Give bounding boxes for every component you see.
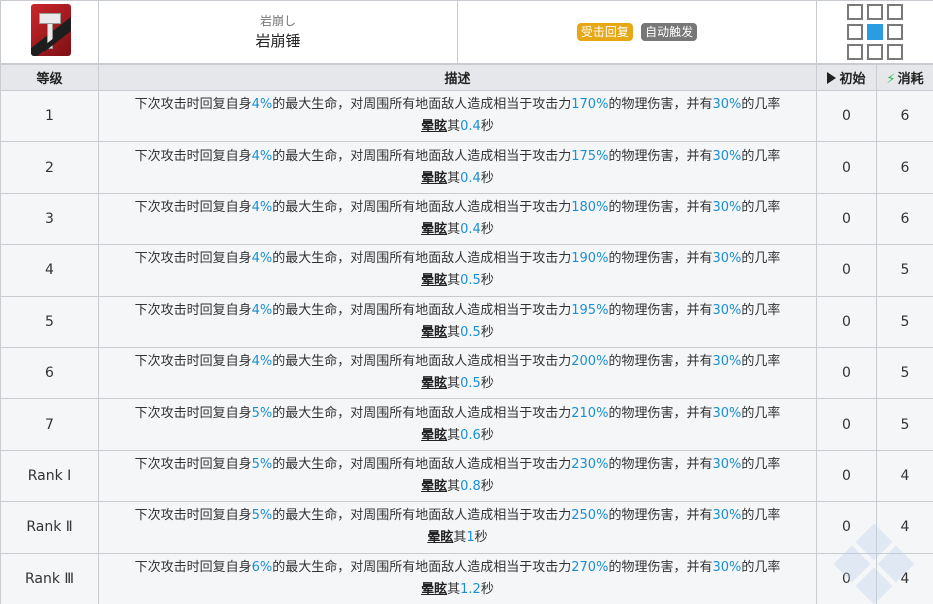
bolt-icon: ⚡ [886,72,895,87]
row-initial: 0 [817,399,877,450]
tag-on-hit-recovery: 受击回复 [577,23,633,41]
row-initial: 0 [817,142,877,193]
skill-table: 岩崩し 岩崩锤 受击回复 自动触发 [0,0,933,64]
table-row: 2下次攻击时回复自身4%的最大生命，对周围所有地面敌人造成相当于攻击力175%的… [1,142,933,193]
row-cost: 6 [877,142,933,193]
row-description: 下次攻击时回复自身4%的最大生命，对周围所有地面敌人造成相当于攻击力195%的物… [99,296,817,347]
level-table: 等级 描述 初始 ⚡消耗 1下次攻击时回复自身4%的最大生命，对周围所有地面敌人… [0,64,933,604]
table-row: Rank Ⅲ下次攻击时回复自身6%的最大生命，对周围所有地面敌人造成相当于攻击力… [1,553,933,604]
row-cost: 5 [877,399,933,450]
row-cost: 5 [877,347,933,398]
skill-icon-cell [1,1,99,64]
row-initial: 0 [817,450,877,501]
row-initial: 0 [817,296,877,347]
row-cost: 6 [877,91,933,142]
row-description: 下次攻击时回复自身4%的最大生命，对周围所有地面敌人造成相当于攻击力170%的物… [99,91,817,142]
row-cost: 5 [877,296,933,347]
stun-term: 晕眩 [421,376,447,391]
table-row: 4下次攻击时回复自身4%的最大生命，对周围所有地面敌人造成相当于攻击力190%的… [1,245,933,296]
row-description: 下次攻击时回复自身4%的最大生命，对周围所有地面敌人造成相当于攻击力200%的物… [99,347,817,398]
row-description: 下次攻击时回复自身6%的最大生命，对周围所有地面敌人造成相当于攻击力270%的物… [99,553,817,604]
hammer-icon [11,2,89,58]
column-header-row: 等级 描述 初始 ⚡消耗 [1,65,933,91]
row-level: 7 [1,399,99,450]
col-level: 等级 [1,65,99,91]
skill-jp-name: 岩崩し [99,12,457,30]
skill-header-row: 岩崩し 岩崩锤 受击回复 自动触发 [1,1,933,64]
table-row: 1下次攻击时回复自身4%的最大生命，对周围所有地面敌人造成相当于攻击力170%的… [1,91,933,142]
row-description: 下次攻击时回复自身4%的最大生命，对周围所有地面敌人造成相当于攻击力175%的物… [99,142,817,193]
stun-term: 晕眩 [421,479,447,494]
table-row: 6下次攻击时回复自身4%的最大生命，对周围所有地面敌人造成相当于攻击力200%的… [1,347,933,398]
stun-term: 晕眩 [421,325,447,340]
row-cost: 4 [877,553,933,604]
range-grid-icon [847,4,903,60]
stun-term: 晕眩 [421,222,447,237]
table-row: 3下次攻击时回复自身4%的最大生命，对周围所有地面敌人造成相当于攻击力180%的… [1,193,933,244]
row-initial: 0 [817,91,877,142]
skill-cn-name: 岩崩锤 [99,30,457,52]
row-level: Rank Ⅲ [1,553,99,604]
row-initial: 0 [817,347,877,398]
row-level: Rank Ⅱ [1,502,99,553]
stun-term: 晕眩 [421,582,447,597]
stun-term: 晕眩 [421,428,447,443]
col-desc: 描述 [99,65,817,91]
row-cost: 4 [877,450,933,501]
row-description: 下次攻击时回复自身5%的最大生命，对周围所有地面敌人造成相当于攻击力210%的物… [99,399,817,450]
table-row: Rank Ⅱ下次攻击时回复自身5%的最大生命，对周围所有地面敌人造成相当于攻击力… [1,502,933,553]
row-description: 下次攻击时回复自身5%的最大生命，对周围所有地面敌人造成相当于攻击力230%的物… [99,450,817,501]
row-cost: 5 [877,245,933,296]
stun-term: 晕眩 [421,273,447,288]
row-description: 下次攻击时回复自身4%的最大生命，对周围所有地面敌人造成相当于攻击力190%的物… [99,245,817,296]
table-row: Rank Ⅰ下次攻击时回复自身5%的最大生命，对周围所有地面敌人造成相当于攻击力… [1,450,933,501]
skill-name-cell: 岩崩し 岩崩锤 [99,1,458,64]
row-level: 3 [1,193,99,244]
row-initial: 0 [817,553,877,604]
tag-auto-trigger: 自动触发 [641,23,697,41]
row-initial: 0 [817,245,877,296]
row-level: 6 [1,347,99,398]
row-cost: 6 [877,193,933,244]
table-row: 7下次攻击时回复自身5%的最大生命，对周围所有地面敌人造成相当于攻击力210%的… [1,399,933,450]
row-description: 下次攻击时回复自身4%的最大生命，对周围所有地面敌人造成相当于攻击力180%的物… [99,193,817,244]
skill-tags-cell: 受击回复 自动触发 [458,1,817,64]
stun-term: 晕眩 [421,171,447,186]
stun-term: 晕眩 [421,119,447,134]
col-cost: ⚡消耗 [877,65,933,91]
row-level: 4 [1,245,99,296]
row-level: 5 [1,296,99,347]
row-level: Rank Ⅰ [1,450,99,501]
range-cell [817,1,933,64]
row-level: 2 [1,142,99,193]
row-initial: 0 [817,502,877,553]
table-row: 5下次攻击时回复自身4%的最大生命，对周围所有地面敌人造成相当于攻击力195%的… [1,296,933,347]
row-initial: 0 [817,193,877,244]
stun-term: 晕眩 [427,530,453,545]
col-initial: 初始 [817,65,877,91]
row-cost: 4 [877,502,933,553]
row-description: 下次攻击时回复自身5%的最大生命，对周围所有地面敌人造成相当于攻击力250%的物… [99,502,817,553]
row-level: 1 [1,91,99,142]
play-icon [827,72,836,84]
